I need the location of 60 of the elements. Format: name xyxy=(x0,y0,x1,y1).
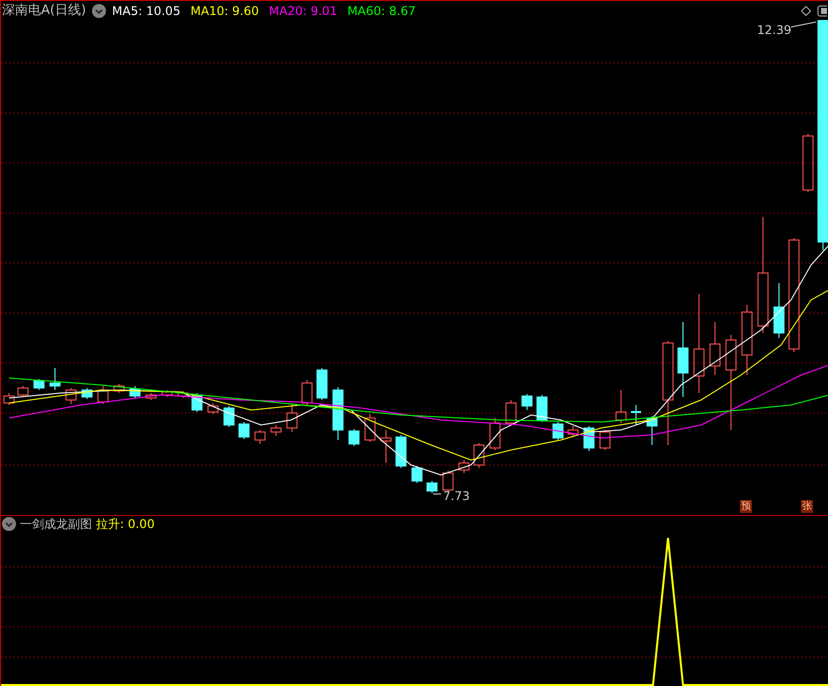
candlestick xyxy=(66,388,76,404)
dropdown-icon[interactable] xyxy=(2,517,16,531)
signal-marker: 预 xyxy=(740,500,752,513)
candlestick xyxy=(380,430,392,464)
candlestick xyxy=(114,384,124,394)
high-price-label: 12.39 xyxy=(757,22,792,39)
candlestick xyxy=(774,282,784,338)
candlestick xyxy=(802,134,814,192)
candlestick xyxy=(536,394,548,422)
moving-average-value: MA20: 9.01 xyxy=(268,2,338,20)
candlestick xyxy=(286,404,298,432)
candlestick xyxy=(442,470,454,492)
candlestick xyxy=(522,394,532,410)
candlestick xyxy=(224,406,234,428)
candlestick xyxy=(98,386,108,404)
candlestick xyxy=(364,414,376,442)
leader-line xyxy=(790,22,816,28)
candlestick xyxy=(474,442,484,468)
candlestick xyxy=(506,400,516,426)
candlestick xyxy=(50,368,60,390)
candlestick xyxy=(146,392,156,400)
candlestick xyxy=(34,378,44,390)
signal-marker: 张 xyxy=(801,500,813,513)
candlestick xyxy=(4,392,14,406)
dropdown-icon[interactable] xyxy=(92,4,106,18)
candlestick xyxy=(316,368,328,400)
candlestick xyxy=(490,418,500,450)
indicator-title: 一剑成龙副图 xyxy=(20,516,92,533)
candlestick xyxy=(616,390,626,424)
candlestick xyxy=(238,422,250,440)
candlestick xyxy=(332,386,344,440)
moving-average-value: MA5: 10.05 xyxy=(112,2,180,20)
candlestick xyxy=(162,390,172,398)
candlestick xyxy=(426,480,438,494)
candlestick xyxy=(412,466,422,484)
candlestick xyxy=(646,416,658,446)
candlestick xyxy=(208,402,218,414)
candlestick xyxy=(178,390,188,398)
candlestick xyxy=(458,460,470,474)
candlestick xyxy=(552,422,564,440)
indicator-value: 拉升: 0.00 xyxy=(96,516,155,533)
moving-average-value: MA10: 9.60 xyxy=(190,2,259,20)
candlestick xyxy=(18,386,28,398)
candlestick xyxy=(568,426,578,438)
stock-title: 深南电A(日线) xyxy=(2,2,86,20)
moving-average-value: MA60: 8.67 xyxy=(347,2,416,20)
candlestick xyxy=(348,428,360,446)
candlestick xyxy=(710,322,720,376)
candlestick xyxy=(130,386,140,398)
candlestick xyxy=(600,430,610,450)
low-price-label: 7.73 xyxy=(443,488,470,505)
candlestick xyxy=(302,380,312,406)
toggle-icon[interactable] xyxy=(817,4,827,16)
candlestick xyxy=(82,388,92,400)
candlestick xyxy=(742,304,752,376)
candlestick xyxy=(631,404,641,426)
candlestick xyxy=(396,434,406,468)
candlestick xyxy=(270,424,282,436)
diamond-icon[interactable] xyxy=(801,6,811,16)
candlestick xyxy=(254,430,266,444)
